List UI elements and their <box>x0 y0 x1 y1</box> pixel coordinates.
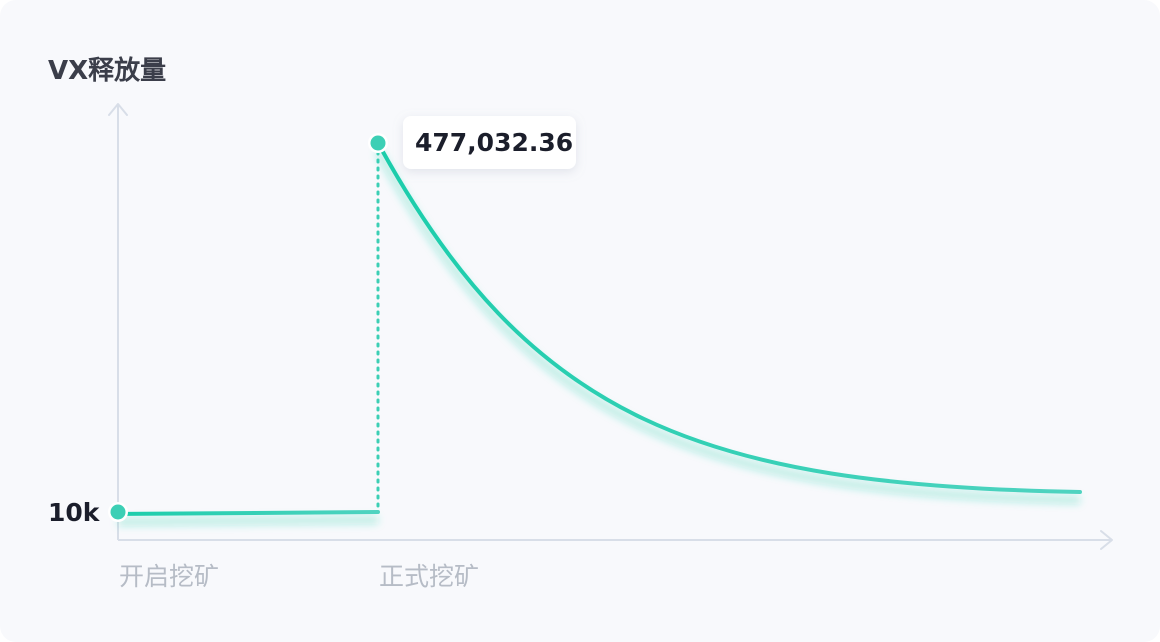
y-tick-label: 10k <box>48 498 101 527</box>
y-axis-label: VX释放量 <box>48 55 166 86</box>
y-axis <box>108 103 128 540</box>
peak-tooltip: 477,032.36 <box>403 116 576 169</box>
peak-point[interactable] <box>370 135 386 151</box>
x-tick-label-formal: 正式挖矿 <box>379 562 479 591</box>
chart-card: VX释放量 10k 开启挖矿 正式挖矿 477,032.36 <box>0 0 1160 642</box>
release-chart: VX释放量 10k 开启挖矿 正式挖矿 477,032.36 <box>48 55 1113 591</box>
series-line-decay <box>376 141 1082 494</box>
line-glow <box>117 149 1081 526</box>
series-line-flat <box>116 510 380 516</box>
x-tick-label-start: 开启挖矿 <box>119 562 219 591</box>
start-point[interactable] <box>110 504 126 520</box>
peak-value-label: 477,032.36 <box>415 128 573 157</box>
x-axis <box>118 530 1113 550</box>
